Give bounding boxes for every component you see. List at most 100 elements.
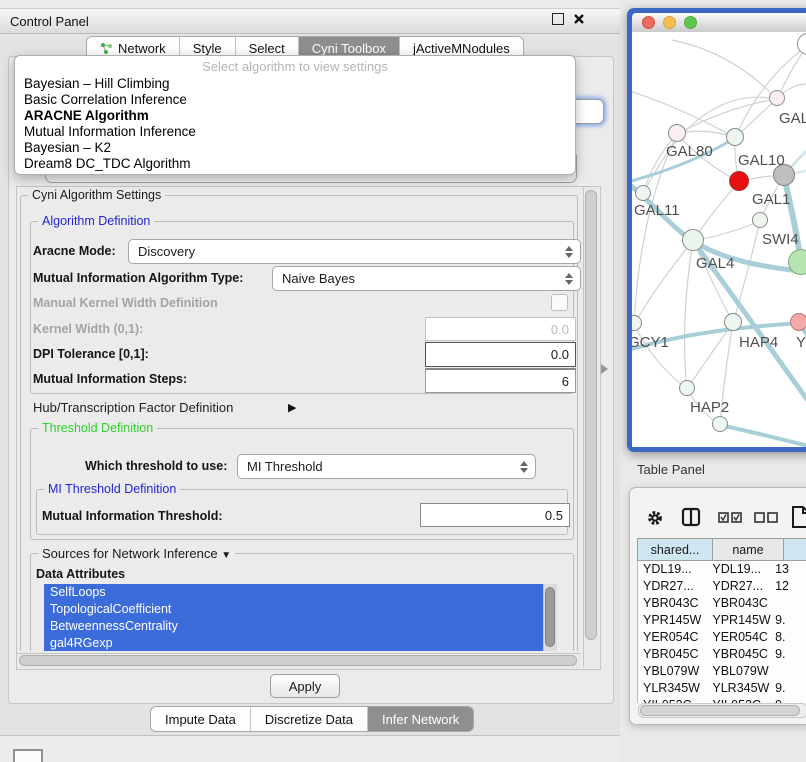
- algorithm-option[interactable]: ARACNE Algorithm: [15, 108, 575, 124]
- network-node[interactable]: [679, 380, 695, 396]
- data-attribute-item[interactable]: TopologicalCoefficient: [44, 601, 543, 618]
- network-node[interactable]: [769, 90, 785, 106]
- dpi-tolerance-value: 0.0: [551, 347, 569, 362]
- algorithm-dropdown-popup: Select algorithm to view settings Bayesi…: [14, 55, 576, 175]
- tab-infer-network[interactable]: Infer Network: [368, 707, 473, 731]
- table-row[interactable]: YLR345W YLR345W 9.: [638, 680, 806, 697]
- table-row[interactable]: YPR145W YPR145W 9.: [638, 612, 806, 629]
- algorithm-option[interactable]: Basic Correlation Inference: [15, 92, 575, 108]
- table-body: YDL19... YDL19... 13 YDR27... YDR27... 1…: [637, 561, 806, 703]
- cell-name: YBR043C: [707, 595, 773, 612]
- sources-title: Sources for Network Inference ▼: [38, 546, 235, 561]
- cell-value: [773, 595, 806, 612]
- network-node[interactable]: [790, 313, 806, 331]
- network-node-label: GCY1: [632, 334, 669, 351]
- network-node[interactable]: [724, 313, 742, 331]
- minimize-traffic-light-icon[interactable]: [663, 16, 676, 29]
- cell-value: 8.: [773, 629, 806, 646]
- settings-vertical-scrollbar-thumb[interactable]: [585, 190, 597, 640]
- network-icon: [100, 42, 113, 55]
- table-row[interactable]: YBR045C YBR045C 9.: [638, 646, 806, 663]
- network-node[interactable]: [668, 124, 686, 142]
- cell-name: YBR045C: [707, 646, 773, 663]
- aracne-mode-combobox[interactable]: Discovery: [128, 239, 581, 264]
- cell-shared-name: YPR145W: [638, 612, 707, 629]
- which-threshold-combobox[interactable]: MI Threshold: [237, 454, 536, 479]
- split-columns-icon[interactable]: [681, 507, 701, 527]
- select-all-columns-icon[interactable]: [718, 512, 742, 524]
- cell-name: YBL079W: [707, 663, 773, 680]
- mi-threshold-label: Mutual Information Threshold:: [42, 509, 223, 523]
- network-node-label: GAL11: [634, 202, 680, 219]
- mi-threshold-field[interactable]: 0.5: [420, 503, 570, 527]
- algorithm-option[interactable]: Bayesian – Hill Climbing: [15, 76, 575, 92]
- close-icon[interactable]: [573, 13, 585, 25]
- manual-kernel-checkbox[interactable]: [551, 294, 568, 311]
- network-node-label: SWI4: [762, 231, 799, 248]
- tab-discretize-data[interactable]: Discretize Data: [251, 707, 368, 731]
- mi-steps-field[interactable]: 6: [425, 368, 576, 393]
- zoom-traffic-light-icon[interactable]: [684, 16, 697, 29]
- mi-type-combobox[interactable]: Naive Bayes: [272, 266, 581, 291]
- deselect-all-columns-icon[interactable]: [754, 512, 778, 524]
- table-horizontal-scrollbar-thumb[interactable]: [640, 705, 800, 716]
- table-row[interactable]: YIL052C YIL052C 9.: [638, 697, 806, 703]
- tab-label: Style: [193, 41, 222, 56]
- tab-impute-data[interactable]: Impute Data: [151, 707, 251, 731]
- panel-collapse-arrow-icon[interactable]: [601, 364, 608, 374]
- network-canvas[interactable]: GALGAL80GAL10GAL1GAL11SWI4GAL4GCY1HAP4YH…: [632, 32, 806, 447]
- cell-shared-name: YLR345W: [638, 680, 707, 697]
- network-node[interactable]: [729, 171, 749, 191]
- network-node[interactable]: [635, 185, 651, 201]
- collapse-down-icon[interactable]: ▼: [221, 550, 231, 561]
- table-row[interactable]: YDR27... YDR27... 12: [638, 578, 806, 595]
- list-scrollbar-thumb[interactable]: [545, 587, 555, 647]
- algorithm-option[interactable]: Bayesian – K2: [15, 140, 575, 156]
- network-node-label: GAL: [779, 110, 806, 127]
- network-node[interactable]: [712, 416, 728, 432]
- dpi-tolerance-field[interactable]: 0.0: [425, 342, 576, 367]
- algorithm-option-list: Bayesian – Hill ClimbingBasic Correlatio…: [15, 76, 575, 172]
- network-node[interactable]: [752, 212, 768, 228]
- mi-type-label: Mutual Information Algorithm Type:: [33, 271, 243, 285]
- float-icon[interactable]: [552, 13, 564, 25]
- aracne-mode-label: Aracne Mode:: [33, 244, 116, 258]
- sources-title-text: Sources for Network Inference: [42, 546, 218, 561]
- table-row[interactable]: YBL079W YBL079W: [638, 663, 806, 680]
- data-attributes-label: Data Attributes: [36, 567, 125, 581]
- network-node[interactable]: [726, 128, 744, 146]
- data-attribute-item[interactable]: SelfLoops: [44, 584, 543, 601]
- column-header-partial[interactable]: [783, 538, 806, 561]
- network-window-titlebar[interactable]: [632, 13, 806, 33]
- settings-horizontal-scrollbar-thumb[interactable]: [19, 655, 577, 666]
- kernel-width-field[interactable]: 0.0: [425, 317, 576, 341]
- control-panel-titlebar: Control Panel: [0, 8, 620, 34]
- cell-value: 13: [773, 561, 806, 578]
- tab-label: Impute Data: [165, 712, 236, 727]
- table-row[interactable]: YBR043C YBR043C: [638, 595, 806, 612]
- new-table-icon[interactable]: [791, 505, 806, 529]
- network-node[interactable]: [682, 229, 704, 251]
- network-node-label: GAL4: [696, 255, 734, 272]
- algorithm-option[interactable]: Mutual Information Inference: [15, 124, 575, 140]
- table-header-row: shared... name: [637, 538, 806, 561]
- algorithm-option[interactable]: Dream8 DC_TDC Algorithm: [15, 156, 575, 172]
- apply-button[interactable]: Apply: [270, 674, 340, 698]
- column-header-label: name: [732, 543, 763, 557]
- table-row[interactable]: YER054C YER054C 8.: [638, 629, 806, 646]
- close-traffic-light-icon[interactable]: [642, 16, 655, 29]
- data-attribute-item[interactable]: gal4RGexp: [44, 635, 543, 651]
- cell-value: 9.: [773, 680, 806, 697]
- gear-icon[interactable]: [646, 509, 664, 527]
- cell-value: 9.: [773, 612, 806, 629]
- column-header-name[interactable]: name: [712, 538, 783, 561]
- table-row[interactable]: YDL19... YDL19... 13: [638, 561, 806, 578]
- control-panel-title: Control Panel: [10, 14, 89, 29]
- minimized-panel-icon[interactable]: [13, 749, 43, 762]
- column-header-shared-name[interactable]: shared...: [637, 538, 712, 561]
- data-attribute-item[interactable]: BetweennessCentrality: [44, 618, 543, 635]
- expand-right-icon[interactable]: ▶: [288, 401, 296, 414]
- cell-shared-name: YBR045C: [638, 646, 707, 663]
- cell-shared-name: YBR043C: [638, 595, 707, 612]
- cell-value: 9.: [773, 646, 806, 663]
